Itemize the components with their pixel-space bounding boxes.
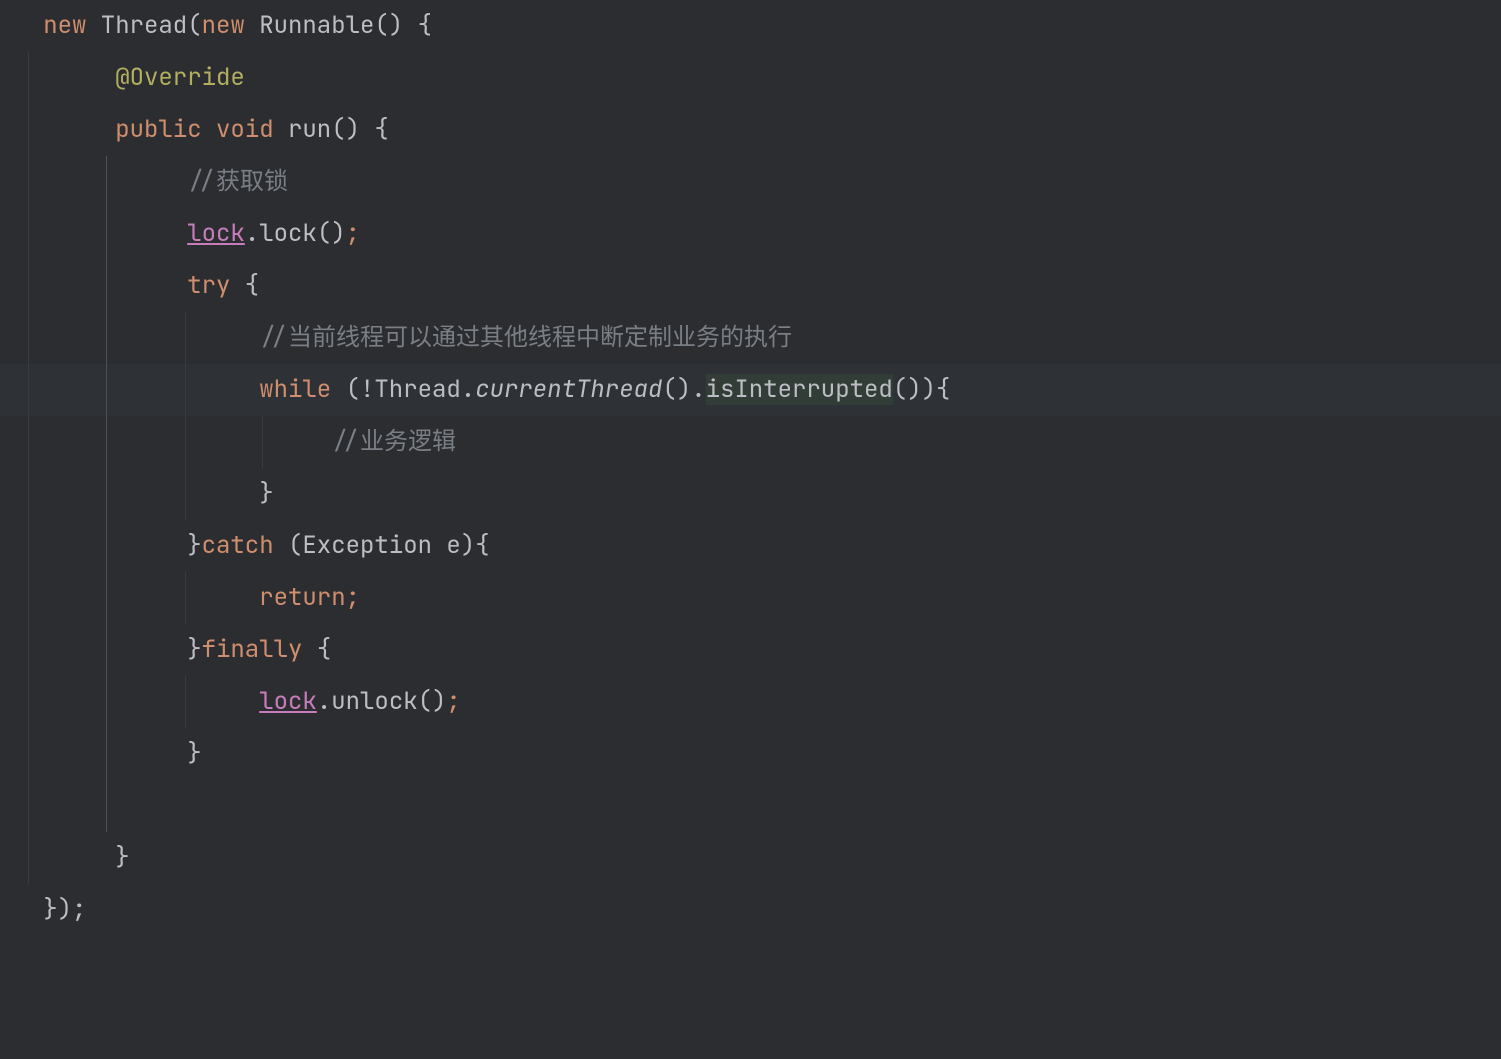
brace: { — [230, 270, 259, 301]
field-lock: lock — [259, 686, 317, 717]
semicolon: ; — [446, 686, 460, 717]
method-currentthread: currentThread — [475, 374, 662, 405]
keyword-finally: finally — [202, 634, 303, 665]
comment: //获取锁 — [187, 166, 288, 197]
paren-close: ()){ — [893, 374, 951, 405]
parentheses: () { — [331, 114, 389, 145]
brace-close: } — [259, 478, 273, 509]
keyword-return: return — [259, 582, 345, 613]
code-editor[interactable]: new Thread(new Runnable() { @Override pu… — [0, 0, 1501, 936]
code-line[interactable]: return; — [0, 572, 1501, 624]
comment: //当前线程可以通过其他线程中断定制业务的执行 — [259, 322, 792, 353]
class-thread: Thread( — [86, 10, 201, 41]
semicolon: ; — [346, 582, 360, 613]
keyword-while: while — [259, 374, 331, 405]
method-isinterrupted: isInterrupted — [706, 374, 893, 405]
dot: . — [317, 686, 331, 717]
paren-open: (!Thread. — [331, 374, 475, 405]
dot: . — [245, 218, 259, 249]
code-line[interactable]: } — [0, 468, 1501, 520]
exception-param: (Exception e){ — [274, 530, 490, 561]
annotation-override: @Override — [115, 62, 245, 93]
class-runnable: Runnable() { — [245, 10, 432, 41]
code-line[interactable]: } — [0, 728, 1501, 780]
brace-close: } — [115, 842, 129, 873]
code-line-current[interactable]: while (!Thread.currentThread().isInterru… — [0, 364, 1501, 416]
code-line[interactable]: } — [0, 832, 1501, 884]
keyword-catch: catch — [202, 530, 274, 561]
code-line[interactable]: @Override — [0, 52, 1501, 104]
keyword-public: public — [115, 114, 201, 145]
code-line[interactable]: new Thread(new Runnable() { — [0, 0, 1501, 52]
code-line[interactable]: lock.lock(); — [0, 208, 1501, 260]
code-line[interactable]: public void run() { — [0, 104, 1501, 156]
paren-dot: (). — [662, 374, 705, 405]
code-line[interactable]: //获取锁 — [0, 156, 1501, 208]
brace-open: { — [302, 634, 331, 665]
code-line[interactable]: //业务逻辑 — [0, 416, 1501, 468]
semicolon: ; — [346, 218, 360, 249]
code-line[interactable]: lock.unlock(); — [0, 676, 1501, 728]
brace-close: } — [187, 634, 201, 665]
method-lock: lock() — [259, 218, 345, 249]
method-run: run — [274, 114, 332, 145]
code-line[interactable]: }catch (Exception e){ — [0, 520, 1501, 572]
keyword-try: try — [187, 270, 230, 301]
brace-paren-close: }); — [43, 894, 86, 925]
code-line[interactable] — [0, 780, 1501, 832]
keyword-void: void — [202, 114, 274, 145]
field-lock: lock — [187, 218, 245, 249]
keyword-new: new — [43, 10, 86, 41]
code-line[interactable]: }finally { — [0, 624, 1501, 676]
keyword-new: new — [202, 10, 245, 41]
code-line[interactable]: //当前线程可以通过其他线程中断定制业务的执行 — [0, 312, 1501, 364]
code-line[interactable]: }); — [0, 884, 1501, 936]
brace-close: } — [187, 738, 201, 769]
code-line[interactable]: try { — [0, 260, 1501, 312]
brace-close: } — [187, 530, 201, 561]
comment: //业务逻辑 — [331, 426, 456, 457]
method-unlock: unlock() — [331, 686, 446, 717]
